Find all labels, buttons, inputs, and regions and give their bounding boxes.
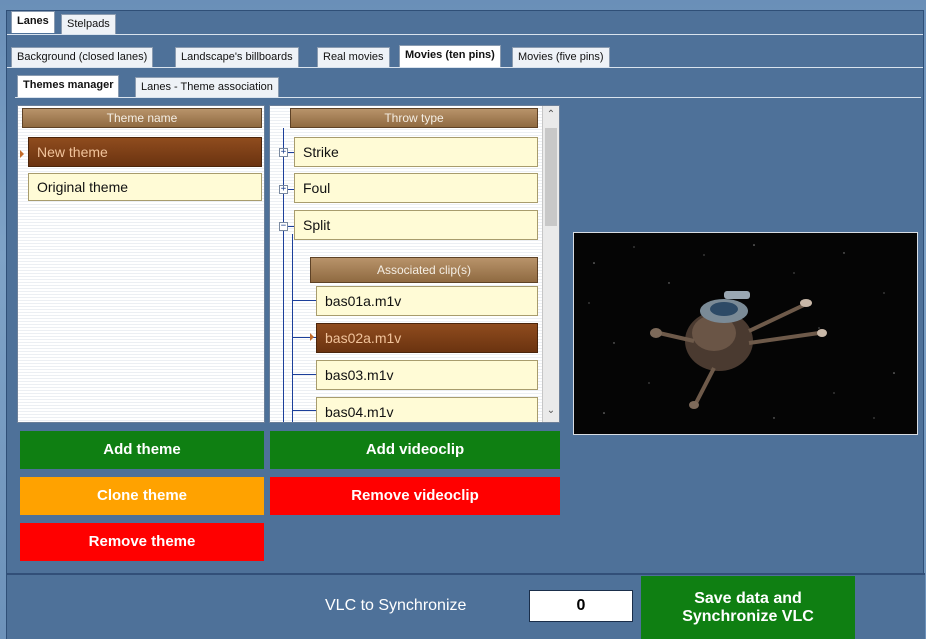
- tabstrip-level2: Background (closed lanes) Landscape's bi…: [9, 45, 919, 67]
- tab-movies-ten-pins[interactable]: Movies (ten pins): [399, 45, 501, 67]
- theme-list[interactable]: Theme name New theme Original theme: [17, 105, 265, 423]
- theme-item[interactable]: Original theme: [28, 173, 262, 201]
- tree-line: [283, 128, 284, 422]
- clone-theme-button[interactable]: Clone theme: [20, 477, 264, 515]
- vlc-sync-input[interactable]: 0: [529, 590, 633, 622]
- save-and-sync-label-line2: Synchronize VLC: [682, 608, 814, 625]
- add-theme-button[interactable]: Add theme: [20, 431, 264, 469]
- throw-type-tree[interactable]: Throw type + Strike + Foul − Split Assoc…: [269, 105, 560, 423]
- throw-type-item[interactable]: Foul: [294, 173, 538, 203]
- tab-landscapes-billboards[interactable]: Landscape's billboards: [175, 47, 299, 67]
- clip-item[interactable]: bas04.m1v: [316, 397, 538, 422]
- tree-line: [292, 410, 316, 411]
- vertical-scrollbar[interactable]: ⌃ ⌄: [542, 106, 559, 422]
- tab-themes-manager[interactable]: Themes manager: [17, 75, 120, 97]
- clip-item[interactable]: bas02a.m1v: [316, 323, 538, 353]
- tree-line: [292, 374, 316, 375]
- theme-name-column-header[interactable]: Theme name: [22, 108, 262, 128]
- tab-real-movies[interactable]: Real movies: [317, 47, 390, 67]
- add-videoclip-button[interactable]: Add videoclip: [270, 431, 560, 469]
- tab-stelpads[interactable]: Stelpads: [61, 14, 116, 34]
- plus-box-icon[interactable]: +: [279, 148, 288, 157]
- vlc-sync-label: VLC to Synchronize: [325, 597, 467, 614]
- triangle-right-icon: [20, 150, 24, 158]
- throw-type-column-header[interactable]: Throw type: [290, 108, 538, 128]
- tab-movies-five-pins[interactable]: Movies (five pins): [512, 47, 610, 67]
- video-frame-image: [574, 233, 917, 434]
- scrollbar-thumb[interactable]: [545, 128, 557, 226]
- tabstrip-divider: [7, 67, 923, 68]
- theme-item[interactable]: New theme: [28, 137, 262, 167]
- tree-line: [292, 234, 293, 422]
- save-and-sync-label-line1: Save data and: [694, 590, 802, 607]
- tab-lanes-theme-association[interactable]: Lanes - Theme association: [135, 77, 279, 97]
- tab-lanes[interactable]: Lanes: [11, 11, 55, 33]
- clip-item[interactable]: bas03.m1v: [316, 360, 538, 390]
- plus-box-icon[interactable]: +: [279, 185, 288, 194]
- remove-videoclip-button[interactable]: Remove videoclip: [270, 477, 560, 515]
- main-window: Lanes Stelpads Background (closed lanes)…: [6, 10, 925, 639]
- scroll-down-icon[interactable]: ⌄: [543, 404, 559, 418]
- clip-item[interactable]: bas01a.m1v: [316, 286, 538, 316]
- tabstrip-divider: [7, 34, 923, 35]
- triangle-right-icon: [310, 333, 314, 341]
- throw-type-item[interactable]: Strike: [294, 137, 538, 167]
- remove-theme-button[interactable]: Remove theme: [20, 523, 264, 561]
- tabstrip-level1: Lanes Stelpads: [9, 11, 919, 35]
- tabstrip-divider: [15, 97, 921, 98]
- minus-box-icon[interactable]: −: [279, 222, 288, 231]
- bottom-bar: VLC to Synchronize 0 Save data and Synch…: [7, 573, 925, 639]
- video-preview: [573, 232, 918, 435]
- tab-background-closed-lanes[interactable]: Background (closed lanes): [11, 47, 154, 67]
- save-and-sync-button[interactable]: Save data and Synchronize VLC: [641, 576, 855, 639]
- associated-clips-header[interactable]: Associated clip(s): [310, 257, 538, 283]
- scroll-up-icon[interactable]: ⌃: [543, 108, 559, 122]
- tree-line: [292, 300, 316, 301]
- tabstrip-level3: Themes manager Lanes - Theme association: [15, 75, 915, 97]
- throw-type-item[interactable]: Split: [294, 210, 538, 240]
